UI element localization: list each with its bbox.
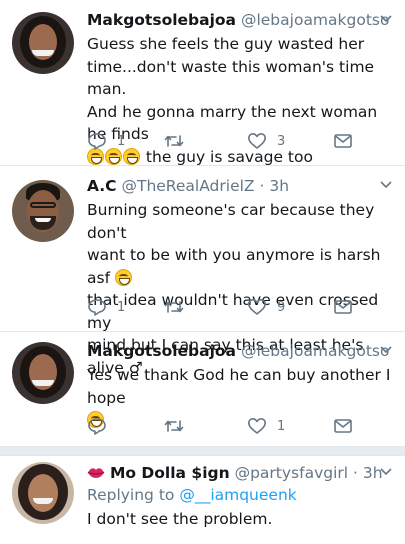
like-button[interactable]: 3 [247,131,285,151]
like-count: 9 [277,299,286,315]
replying-to: Replying to @__iamqueenk [87,484,393,506]
tweet-header: A.C @TheRealAdrielZ · 3h [87,175,393,197]
replying-to-label: Replying to [87,486,180,504]
message-button[interactable] [333,297,353,317]
tweet-line: time...don't waste this woman's time man… [87,57,375,99]
chevron-down-icon[interactable] [379,177,393,191]
avatar[interactable] [12,342,74,404]
user-handle[interactable]: @partysfavgirl [235,464,349,482]
message-icon [334,419,352,433]
message-icon [334,134,352,148]
tweet-actions: 1 [87,416,393,440]
like-icon [248,299,266,315]
tweet-line: Yes we thank God he can buy another I ho… [87,366,391,407]
avatar[interactable] [12,12,74,74]
retweet-icon [164,420,184,432]
timestamp[interactable]: 3h [269,177,289,195]
separator-dot: · [353,464,358,482]
user-handle[interactable]: @lebajoamakgotso [241,11,390,29]
reply-icon [88,299,106,316]
chevron-down-icon[interactable] [379,11,393,25]
tweet-line: Burning someone's car because they don't [87,201,375,242]
reply-count: 1 [117,133,126,149]
replying-to-mention[interactable]: @__iamqueenk [179,486,296,504]
message-button[interactable] [333,131,353,151]
like-icon [248,418,266,434]
display-name[interactable]: Makgotsolebajoa [87,11,236,29]
grinning-squinting-emoji [114,268,132,286]
message-button[interactable] [333,416,353,436]
like-button[interactable]: 1 [247,416,285,436]
tweet-line: I don't see the problem. [87,510,273,528]
message-icon [334,300,352,314]
avatar[interactable] [12,180,74,242]
separator-dot: · [259,177,265,195]
reply-button[interactable]: 1 [87,297,125,317]
like-count: 1 [277,418,286,434]
like-icon [248,133,266,149]
reply-count: 1 [117,299,126,315]
chevron-down-icon[interactable] [379,342,393,356]
display-name[interactable]: Makgotsolebajoa [87,342,236,360]
retweet-button[interactable] [164,131,194,151]
chevron-down-icon[interactable] [379,464,393,478]
section-divider [0,446,405,456]
tweet-header: Makgotsolebajoa @lebajoamakgotso · 3h [87,340,393,362]
retweet-button[interactable] [164,416,194,436]
like-count: 3 [277,133,286,149]
display-name[interactable]: Mo Dolla $ign [110,464,230,482]
retweet-icon [164,135,184,147]
reply-button[interactable]: 1 [87,131,125,151]
retweet-button[interactable] [164,297,194,317]
user-handle[interactable]: @lebajoamakgotso [241,342,390,360]
tweet-actions: 1 9 [87,297,393,321]
divider [0,331,405,332]
reply-button[interactable] [87,416,117,436]
display-name[interactable]: A.C [87,177,117,195]
reply-icon [88,418,106,435]
tweet-header: Makgotsolebajoa @lebajoamakgotso · 4h [87,9,393,31]
retweet-icon [164,301,184,313]
tweet-actions: 1 3 [87,131,393,155]
like-button[interactable]: 9 [247,297,285,317]
tweet-text: I don't see the problem. [87,508,393,531]
avatar[interactable] [12,462,74,524]
divider [0,165,405,166]
user-handle[interactable]: @TheRealAdrielZ [121,177,254,195]
tweet-header: Mo Dolla $ign @partysfavgirl · 3h [87,462,393,484]
lips-emoji-icon [87,468,105,478]
tweet-line: Guess she feels the guy wasted her [87,35,365,53]
reply-icon [88,133,106,150]
